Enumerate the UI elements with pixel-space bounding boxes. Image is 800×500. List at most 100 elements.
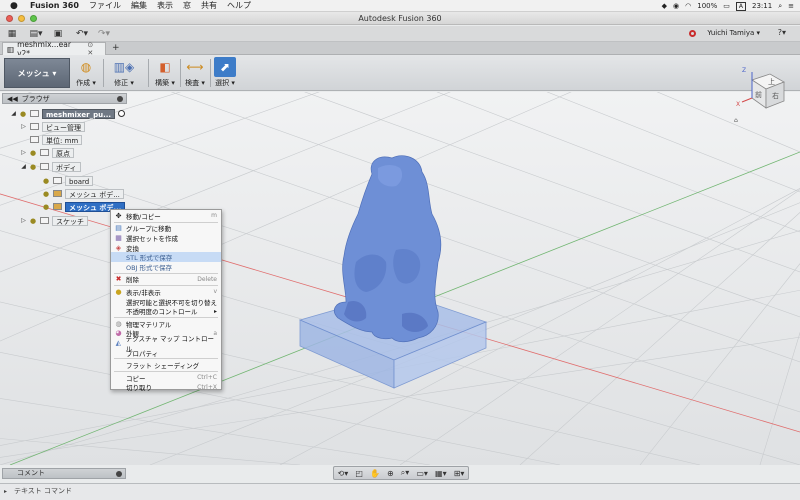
orbit-icon[interactable]: ⟲▾ [338, 469, 349, 478]
menu-item-delete[interactable]: ✖ 削除 Delete [111, 275, 221, 284]
viewcube-front-face[interactable]: 前 [755, 90, 762, 99]
construct-menu[interactable]: ◧ 構築 ▾ [154, 57, 176, 89]
wifi-icon[interactable]: ◠ [685, 2, 691, 10]
home-view-icon[interactable]: ⌂ [734, 117, 738, 124]
text-command-label: テキスト コマンド [14, 487, 73, 495]
menu-view[interactable]: 表示 [157, 0, 173, 11]
pan-hand-icon[interactable]: ✋ [370, 469, 380, 478]
modify-icon: ▥◈ [113, 60, 135, 74]
visibility-bulb-icon[interactable]: ● [43, 190, 50, 198]
menu-item-save-as-stl[interactable]: STL 形式で保存 [111, 252, 221, 262]
record-job-icon[interactable] [689, 30, 696, 37]
menu-item-physical-material[interactable]: ◍ 物理マテリアル [111, 319, 221, 329]
select-menu[interactable]: ⬈ 選択 ▾ [214, 57, 236, 89]
user-account-menu[interactable]: Yuichi Tamiya ▾ [707, 29, 760, 37]
data-panel-grid-icon[interactable]: ▦ [4, 27, 20, 41]
menu-item-save-as-obj[interactable]: OBJ 形式で保存 [111, 262, 221, 272]
new-tab-icon[interactable]: + [112, 43, 120, 53]
menu-item-properties[interactable]: プロパティ [111, 348, 221, 358]
collapse-triangle-icon[interactable]: ◢ [10, 110, 17, 117]
viewcube-right-face[interactable]: 右 [772, 91, 779, 100]
menu-edit[interactable]: 編集 [131, 0, 147, 11]
selection-set-icon: ▦ [115, 233, 122, 242]
menu-item-move-to-group[interactable]: ▤ グループに移動 [111, 224, 221, 233]
menu-window[interactable]: 窓 [183, 0, 191, 11]
document-tab[interactable]: ▥ meshmix...ear v2* ⊙ ✕ [2, 40, 106, 58]
root-component-node[interactable]: ◢ ● meshmixer_pu... [10, 108, 126, 119]
inspect-menu[interactable]: ⟷ 検査 ▾ [184, 57, 206, 89]
redo-icon[interactable]: ↷▾ [96, 27, 112, 41]
spotlight-icon[interactable]: ⌕ [778, 2, 782, 11]
tree-node-sketches[interactable]: ▷ ● スケッチ [20, 215, 88, 226]
text-command-bar[interactable]: ▸ テキスト コマンド [0, 483, 800, 500]
display-settings-icon[interactable]: ▭▾ [416, 469, 428, 478]
tree-node-origin[interactable]: ▷ ● 原点 [20, 147, 74, 158]
tree-node-units[interactable]: 単位: mm [30, 134, 83, 145]
menu-item-opacity-control[interactable]: 不透明度のコントロール ▸ [111, 306, 221, 317]
menu-item-move-copy[interactable]: ✥ 移動/コピー m [111, 211, 221, 221]
menu-item-texture-map-controls[interactable]: ◭ テクスチャ マップ コントロール [111, 335, 221, 353]
notification-icon[interactable]: ≡ [788, 2, 794, 10]
viewcube-top-face[interactable]: 上 [768, 77, 775, 86]
visibility-bulb-icon[interactable]: ● [20, 110, 27, 118]
menu-help[interactable]: ヘルプ [227, 0, 251, 11]
viewcube[interactable]: 上 前 右 Z X ⌂ [734, 64, 790, 124]
tree-node-named-views[interactable]: ▷ ビュー管理 [20, 121, 85, 132]
viewports-icon[interactable]: ⊞▾ [454, 469, 465, 478]
menu-item-convert[interactable]: ◈ 変換 [111, 243, 221, 253]
battery-icon[interactable]: ▭ [723, 2, 730, 10]
zoom-icon[interactable]: ⊕ [387, 469, 394, 478]
modify-menu[interactable]: ▥◈ 修正 ▾ [104, 57, 144, 89]
workspace-switcher[interactable]: メッシュ ▾ [4, 58, 70, 88]
mesh-body-icon [53, 203, 62, 210]
copy-shortcut: Ctrl+C [197, 374, 217, 382]
delete-icon: ✖ [115, 275, 122, 284]
collapse-arrows-icon[interactable]: ◀◀ [7, 95, 18, 103]
fit-icon[interactable]: ⌕▾ [401, 468, 410, 478]
expand-arrow-icon[interactable]: ▸ [4, 484, 7, 499]
menu-item-show-hide[interactable]: ● 表示/非表示 v [111, 287, 221, 297]
expand-triangle-icon[interactable]: ▷ [20, 149, 27, 156]
input-mode[interactable]: A [735, 1, 747, 11]
menu-item-flat-shading[interactable]: フラット シェーディング [111, 360, 221, 370]
clock[interactable]: 23:11 [752, 2, 772, 10]
save-icon[interactable]: ▣ [50, 27, 66, 41]
status-area: ◆ ◉ ◠ 100% ▭ A 23:11 ⌕ ≡ [662, 0, 794, 12]
tree-node-board[interactable]: ● board [43, 175, 94, 186]
visibility-bulb-icon[interactable]: ● [30, 217, 37, 225]
browser-header[interactable]: ◀◀ ブラウザ [2, 93, 127, 104]
visibility-bulb-icon[interactable]: ● [43, 177, 50, 185]
pin-icon[interactable] [117, 95, 123, 102]
expand-triangle-icon[interactable]: ▷ [20, 123, 27, 130]
visibility-bulb-icon[interactable]: ● [43, 203, 50, 211]
visibility-bulb-icon[interactable]: ● [30, 149, 37, 157]
dropbox-icon[interactable]: ◆ [662, 2, 667, 10]
body-icon [53, 177, 62, 184]
tree-node-bodies[interactable]: ◢ ● ボディ [20, 161, 81, 172]
menu-item-toggle-selectable[interactable]: 選択可能と選択不可を切り替え [111, 297, 221, 307]
bear-mesh-body[interactable] [334, 155, 442, 343]
menu-item-create-selection-set[interactable]: ▦ 選択セットを作成 [111, 233, 221, 243]
file-menu-icon[interactable]: ▤▾ [28, 27, 44, 41]
app-menu[interactable]: Fusion 360 [30, 1, 79, 10]
record-icon[interactable]: ◉ [673, 2, 679, 10]
apple-icon[interactable]: ● [10, 1, 20, 11]
undo-icon[interactable]: ↶▾ [74, 27, 90, 41]
help-icon[interactable]: ?▾ [778, 28, 786, 37]
menu-item-copy[interactable]: コピー Ctrl+C [111, 373, 221, 383]
collapse-triangle-icon[interactable]: ◢ [20, 163, 27, 170]
comments-pin-icon[interactable] [116, 471, 122, 477]
menu-file[interactable]: ファイル [89, 0, 121, 11]
cut-label: 切り取り [126, 384, 152, 393]
select-label: 選択 ▾ [215, 79, 235, 87]
comments-panel[interactable]: コメント [2, 468, 126, 479]
create-menu[interactable]: ◍ 作成 ▾ [75, 57, 97, 89]
look-at-icon[interactable]: ◰ [355, 469, 363, 478]
menu-item-cut[interactable]: 切り取り Ctrl+X [111, 383, 221, 393]
grid-settings-icon[interactable]: ▦▾ [435, 469, 447, 478]
expand-triangle-icon[interactable]: ▷ [20, 217, 27, 224]
menu-share[interactable]: 共有 [201, 0, 217, 11]
tree-node-mesh-body-1[interactable]: ● メッシュ ボデ... [43, 188, 124, 199]
visibility-bulb-icon[interactable]: ● [30, 163, 37, 171]
activate-radio-icon[interactable] [118, 110, 126, 117]
